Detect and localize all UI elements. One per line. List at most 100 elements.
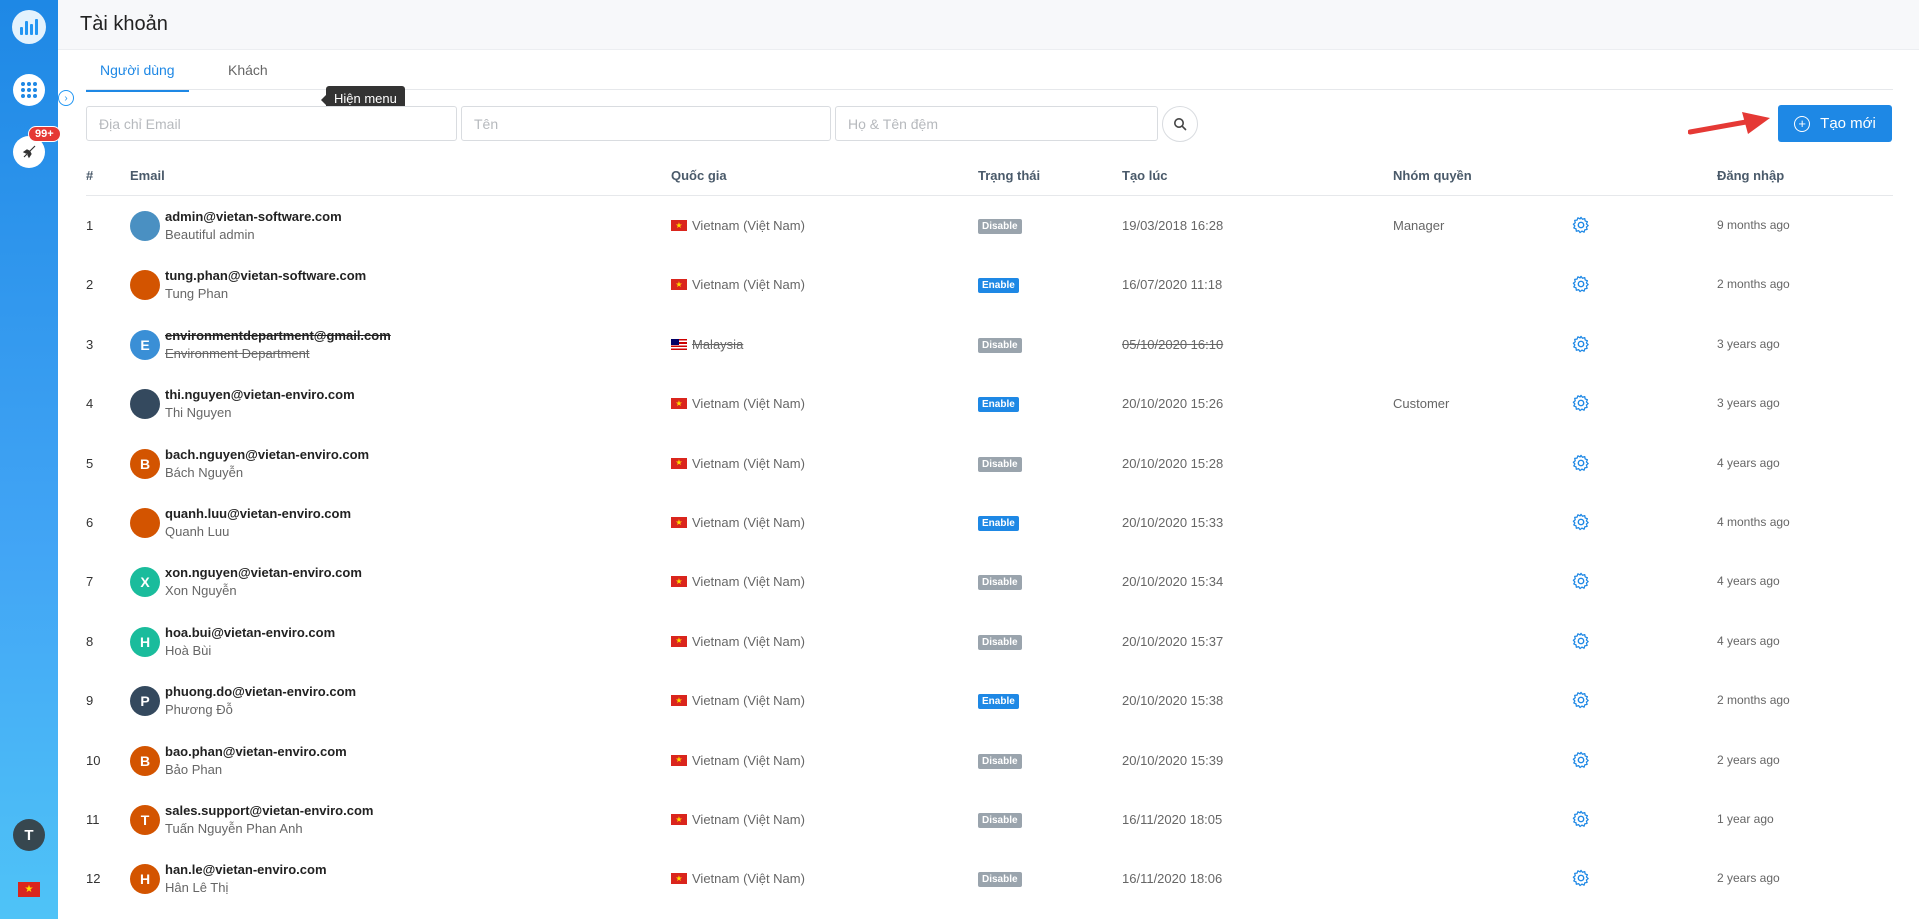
column-header-created[interactable]: Tạo lúc — [1122, 168, 1168, 183]
gear-icon[interactable] — [1572, 454, 1590, 475]
user-email[interactable]: quanh.luu@vietan-enviro.com — [165, 506, 351, 521]
user-email[interactable]: han.le@vietan-enviro.com — [165, 862, 327, 877]
user-email[interactable]: thi.nguyen@vietan-enviro.com — [165, 387, 355, 402]
last-login: 1 year ago — [1717, 812, 1774, 826]
created-at: 16/11/2020 18:05 — [1122, 812, 1223, 827]
search-icon — [1174, 118, 1187, 131]
column-header-email[interactable]: Email — [130, 168, 165, 183]
gear-icon[interactable] — [1572, 751, 1590, 772]
country-cell: ★ Vietnam (Việt Nam) — [671, 277, 805, 292]
row-index: 4 — [86, 396, 94, 412]
gear-icon[interactable] — [1572, 335, 1590, 356]
gear-icon[interactable] — [1572, 572, 1590, 593]
column-header-index: # — [86, 168, 94, 183]
email-filter-input[interactable] — [86, 106, 457, 141]
created-at: 05/10/2020 16:10 — [1122, 336, 1224, 352]
column-header-country[interactable]: Quốc gia — [671, 168, 727, 183]
apps-grid-icon[interactable] — [13, 74, 45, 106]
row-index: 3 — [86, 336, 94, 352]
user-name: Tuấn Nguyễn Phan Anh — [165, 821, 303, 836]
created-at: 20/10/2020 15:33 — [1122, 515, 1224, 530]
table-row[interactable]: 9 Pphuong.do@vietan-enviro.com Phương Đỗ ★ V… — [86, 671, 1893, 730]
table-row[interactable]: 11 Tsales.support@vietan-enviro.com Tuấn N… — [86, 790, 1893, 849]
vietnam-flag-icon: ★ — [671, 814, 687, 825]
country-name: Vietnam (Việt Nam) — [692, 812, 805, 827]
country-name: Vietnam (Việt Nam) — [692, 633, 805, 649]
country-name: Vietnam (Việt Nam) — [692, 277, 805, 293]
table-row[interactable]: 6 quanh.luu@vietan-enviro.com Quanh Luu ★ Vi… — [86, 493, 1893, 552]
user-email[interactable]: bao.phan@vietan-enviro.com — [165, 744, 347, 759]
user-email[interactable]: hoa.bui@vietan-enviro.com — [165, 625, 335, 640]
vietnam-flag-icon[interactable]: ★ — [18, 882, 40, 897]
country-name: Vietnam (Việt Nam) — [692, 515, 805, 530]
country-name: Vietnam (Việt Nam) — [692, 871, 805, 887]
app-logo-icon[interactable] — [12, 10, 46, 44]
gear-icon[interactable] — [1572, 691, 1590, 712]
row-index: 8 — [86, 633, 94, 649]
user-name: Beautiful admin — [165, 227, 255, 242]
first-name-filter-input[interactable] — [461, 106, 831, 141]
created-at: 20/10/2020 15:26 — [1122, 396, 1224, 412]
user-email[interactable]: environmentdepartment@gmail.com — [165, 328, 391, 343]
table-row[interactable]: 8 Hhoa.bui@vietan-enviro.com Hoà Bùi ★ Vietn… — [86, 612, 1893, 671]
permission-group: Manager — [1393, 218, 1445, 233]
avatar: B — [130, 745, 160, 776]
user-email[interactable]: phuong.do@vietan-enviro.com — [165, 684, 356, 699]
status-badge: Disable — [978, 575, 1022, 591]
user-avatar[interactable]: T — [13, 819, 45, 851]
row-index: 11 — [86, 812, 100, 827]
gear-icon[interactable] — [1572, 869, 1590, 890]
vietnam-flag-icon: ★ — [671, 457, 687, 469]
chevron-right-icon[interactable]: › — [58, 90, 74, 106]
country-cell: ★ Vietnam (Việt Nam) — [671, 871, 805, 886]
country-cell: ★ Vietnam (Việt Nam) — [671, 218, 805, 233]
status-badge: Disable — [978, 813, 1022, 828]
gear-icon[interactable] — [1572, 513, 1590, 534]
table-row[interactable]: 7 Xxon.nguyen@vietan-enviro.com Xon Nguyễn… — [86, 552, 1893, 611]
table-row[interactable]: 5 Bbach.nguyen@vietan-enviro.com Bách Nguy… — [86, 434, 1893, 493]
table-row[interactable]: 10 Bbao.phan@vietan-enviro.com Bảo Phan ★ Vi… — [86, 731, 1893, 790]
vietnam-flag-icon: ★ — [671, 635, 687, 647]
user-email[interactable]: xon.nguyen@vietan-enviro.com — [165, 565, 362, 580]
page-header: Tài khoản — [58, 0, 1919, 50]
gear-icon[interactable] — [1572, 394, 1590, 415]
user-email[interactable]: bach.nguyen@vietan-enviro.com — [165, 447, 369, 462]
last-login: 2 months ago — [1717, 693, 1790, 708]
last-name-filter-input[interactable] — [835, 106, 1158, 141]
gear-icon[interactable] — [1572, 216, 1590, 237]
table-row[interactable]: 4 thi.nguyen@vietan-enviro.com Thi Nguyen ★… — [86, 374, 1893, 433]
search-button[interactable] — [1162, 106, 1198, 142]
column-header-login[interactable]: Đăng nhập — [1717, 168, 1784, 183]
vietnam-flag-icon: ★ — [671, 220, 687, 231]
table-header: # Email Quốc gia Trạng thái Tạo lúc Nhóm… — [86, 164, 1893, 196]
row-index: 1 — [86, 218, 94, 233]
table-row[interactable]: 12 Hhan.le@vietan-enviro.com Hân Lê Thị ★ Vi… — [86, 849, 1893, 908]
table-row[interactable]: 3 Eenvironmentdepartment@gmail.com Environ… — [86, 315, 1893, 374]
notification-badge: 99+ — [28, 126, 61, 142]
column-header-group[interactable]: Nhóm quyền — [1393, 168, 1472, 183]
country-name: Vietnam (Việt Nam) — [692, 574, 805, 590]
user-email[interactable]: sales.support@vietan-enviro.com — [165, 803, 373, 818]
gear-icon[interactable] — [1572, 810, 1590, 831]
created-at: 20/10/2020 15:37 — [1122, 633, 1224, 649]
gear-icon[interactable] — [1572, 275, 1590, 296]
create-new-label: Tạo mới — [1820, 115, 1876, 132]
gear-icon[interactable] — [1572, 632, 1590, 653]
tab-guests[interactable]: Khách — [228, 62, 268, 90]
column-header-status[interactable]: Trạng thái — [978, 168, 1040, 183]
tab-users[interactable]: Người dùng — [86, 62, 189, 92]
row-index: 7 — [86, 574, 94, 590]
country-name: Vietnam (Việt Nam) — [692, 693, 805, 709]
create-new-button[interactable]: + Tạo mới — [1778, 105, 1892, 142]
user-email[interactable]: tung.phan@vietan-software.com — [165, 268, 366, 283]
row-index: 2 — [86, 277, 94, 293]
created-at: 19/03/2018 16:28 — [1122, 218, 1224, 233]
row-index: 10 — [86, 752, 101, 768]
user-name: Bách Nguyễn — [165, 464, 244, 480]
user-email[interactable]: admin@vietan-software.com — [165, 209, 342, 224]
last-login: 4 years ago — [1717, 633, 1780, 648]
table-row[interactable]: 1 admin@vietan-software.com Beautiful admi… — [86, 196, 1893, 255]
status-badge: Enable — [978, 516, 1019, 531]
table-row[interactable]: 2 tung.phan@vietan-software.com Tung Phan ★… — [86, 255, 1893, 314]
country-cell: ★ Vietnam (Việt Nam) — [671, 396, 805, 411]
